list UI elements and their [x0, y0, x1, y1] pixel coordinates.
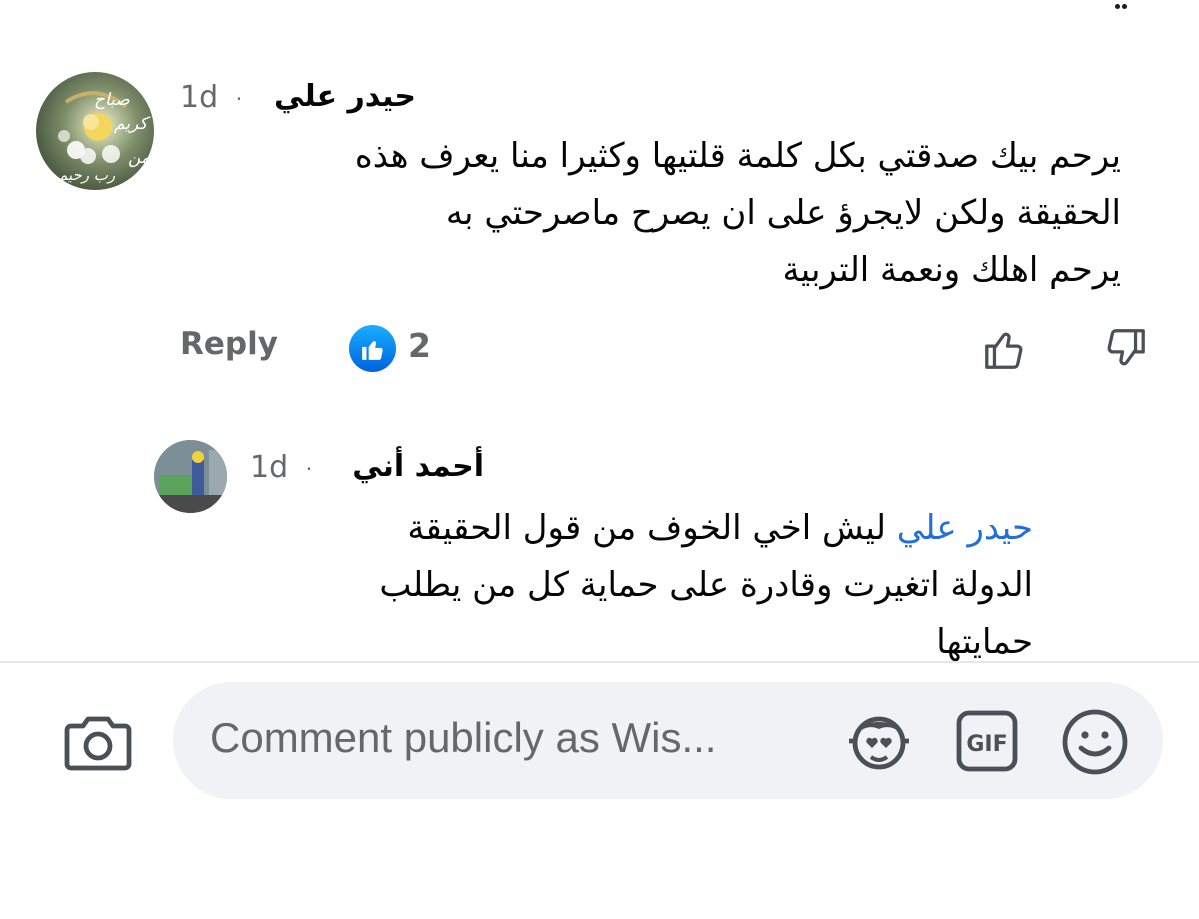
divider: [0, 661, 1199, 663]
comment-time[interactable]: 1d ·: [180, 80, 250, 115]
comment-text: يرحم بيك صدقتي بكل كلمة قلتيها وكثيرا من…: [161, 128, 1121, 299]
avatar-caption: صباح: [94, 90, 130, 110]
thumbs-down-icon[interactable]: [1102, 326, 1148, 372]
comment-text: حيدر علي ليش اخي الخوف من قول الحقيقة ال…: [243, 500, 1033, 671]
comment-line: يرحم اهلك ونعمة التربية: [782, 250, 1121, 290]
svg-text:GIF: GIF: [966, 732, 1007, 757]
like-reaction-icon[interactable]: [349, 325, 396, 372]
avatar-caption: رب رحيم: [58, 166, 116, 184]
comment-line: حيدر علي ليش اخي الخوف من قول الحقيقة: [407, 508, 1033, 548]
comment-author[interactable]: حيدر علي: [274, 79, 416, 114]
avatar-sticker-icon[interactable]: [843, 707, 915, 777]
mention-link[interactable]: حيدر علي: [897, 508, 1033, 548]
comment-line: يرحم بيك صدقتي بكل كلمة قلتيها وكثيرا من…: [354, 136, 1121, 176]
comment-input-placeholder[interactable]: Comment publicly as Wis...: [210, 714, 716, 762]
comment-line: الدولة اتغيرت وقادرة على حماية كل من يطل…: [379, 565, 1033, 605]
like-count[interactable]: 2: [408, 326, 431, 365]
thumbs-up-icon[interactable]: [982, 326, 1028, 372]
comment-author[interactable]: أحمد أني: [352, 449, 484, 484]
gif-icon[interactable]: GIF: [953, 707, 1021, 775]
emoji-icon[interactable]: [1059, 706, 1131, 778]
avatar[interactable]: صباح كريم من رب رحيم: [36, 72, 154, 190]
comment-time[interactable]: 1d ·: [250, 450, 320, 485]
avatar[interactable]: [154, 440, 227, 513]
camera-icon[interactable]: [63, 712, 133, 772]
more-options-icon[interactable]: [1115, 0, 1129, 9]
avatar-caption: كريم: [114, 114, 148, 134]
comment-line: الحقيقة ولكن لايجرؤ على ان يصرح ماصرحتي …: [445, 193, 1121, 233]
reply-button[interactable]: Reply: [180, 326, 278, 362]
avatar-image: [154, 440, 227, 513]
avatar-caption: من: [128, 148, 151, 168]
